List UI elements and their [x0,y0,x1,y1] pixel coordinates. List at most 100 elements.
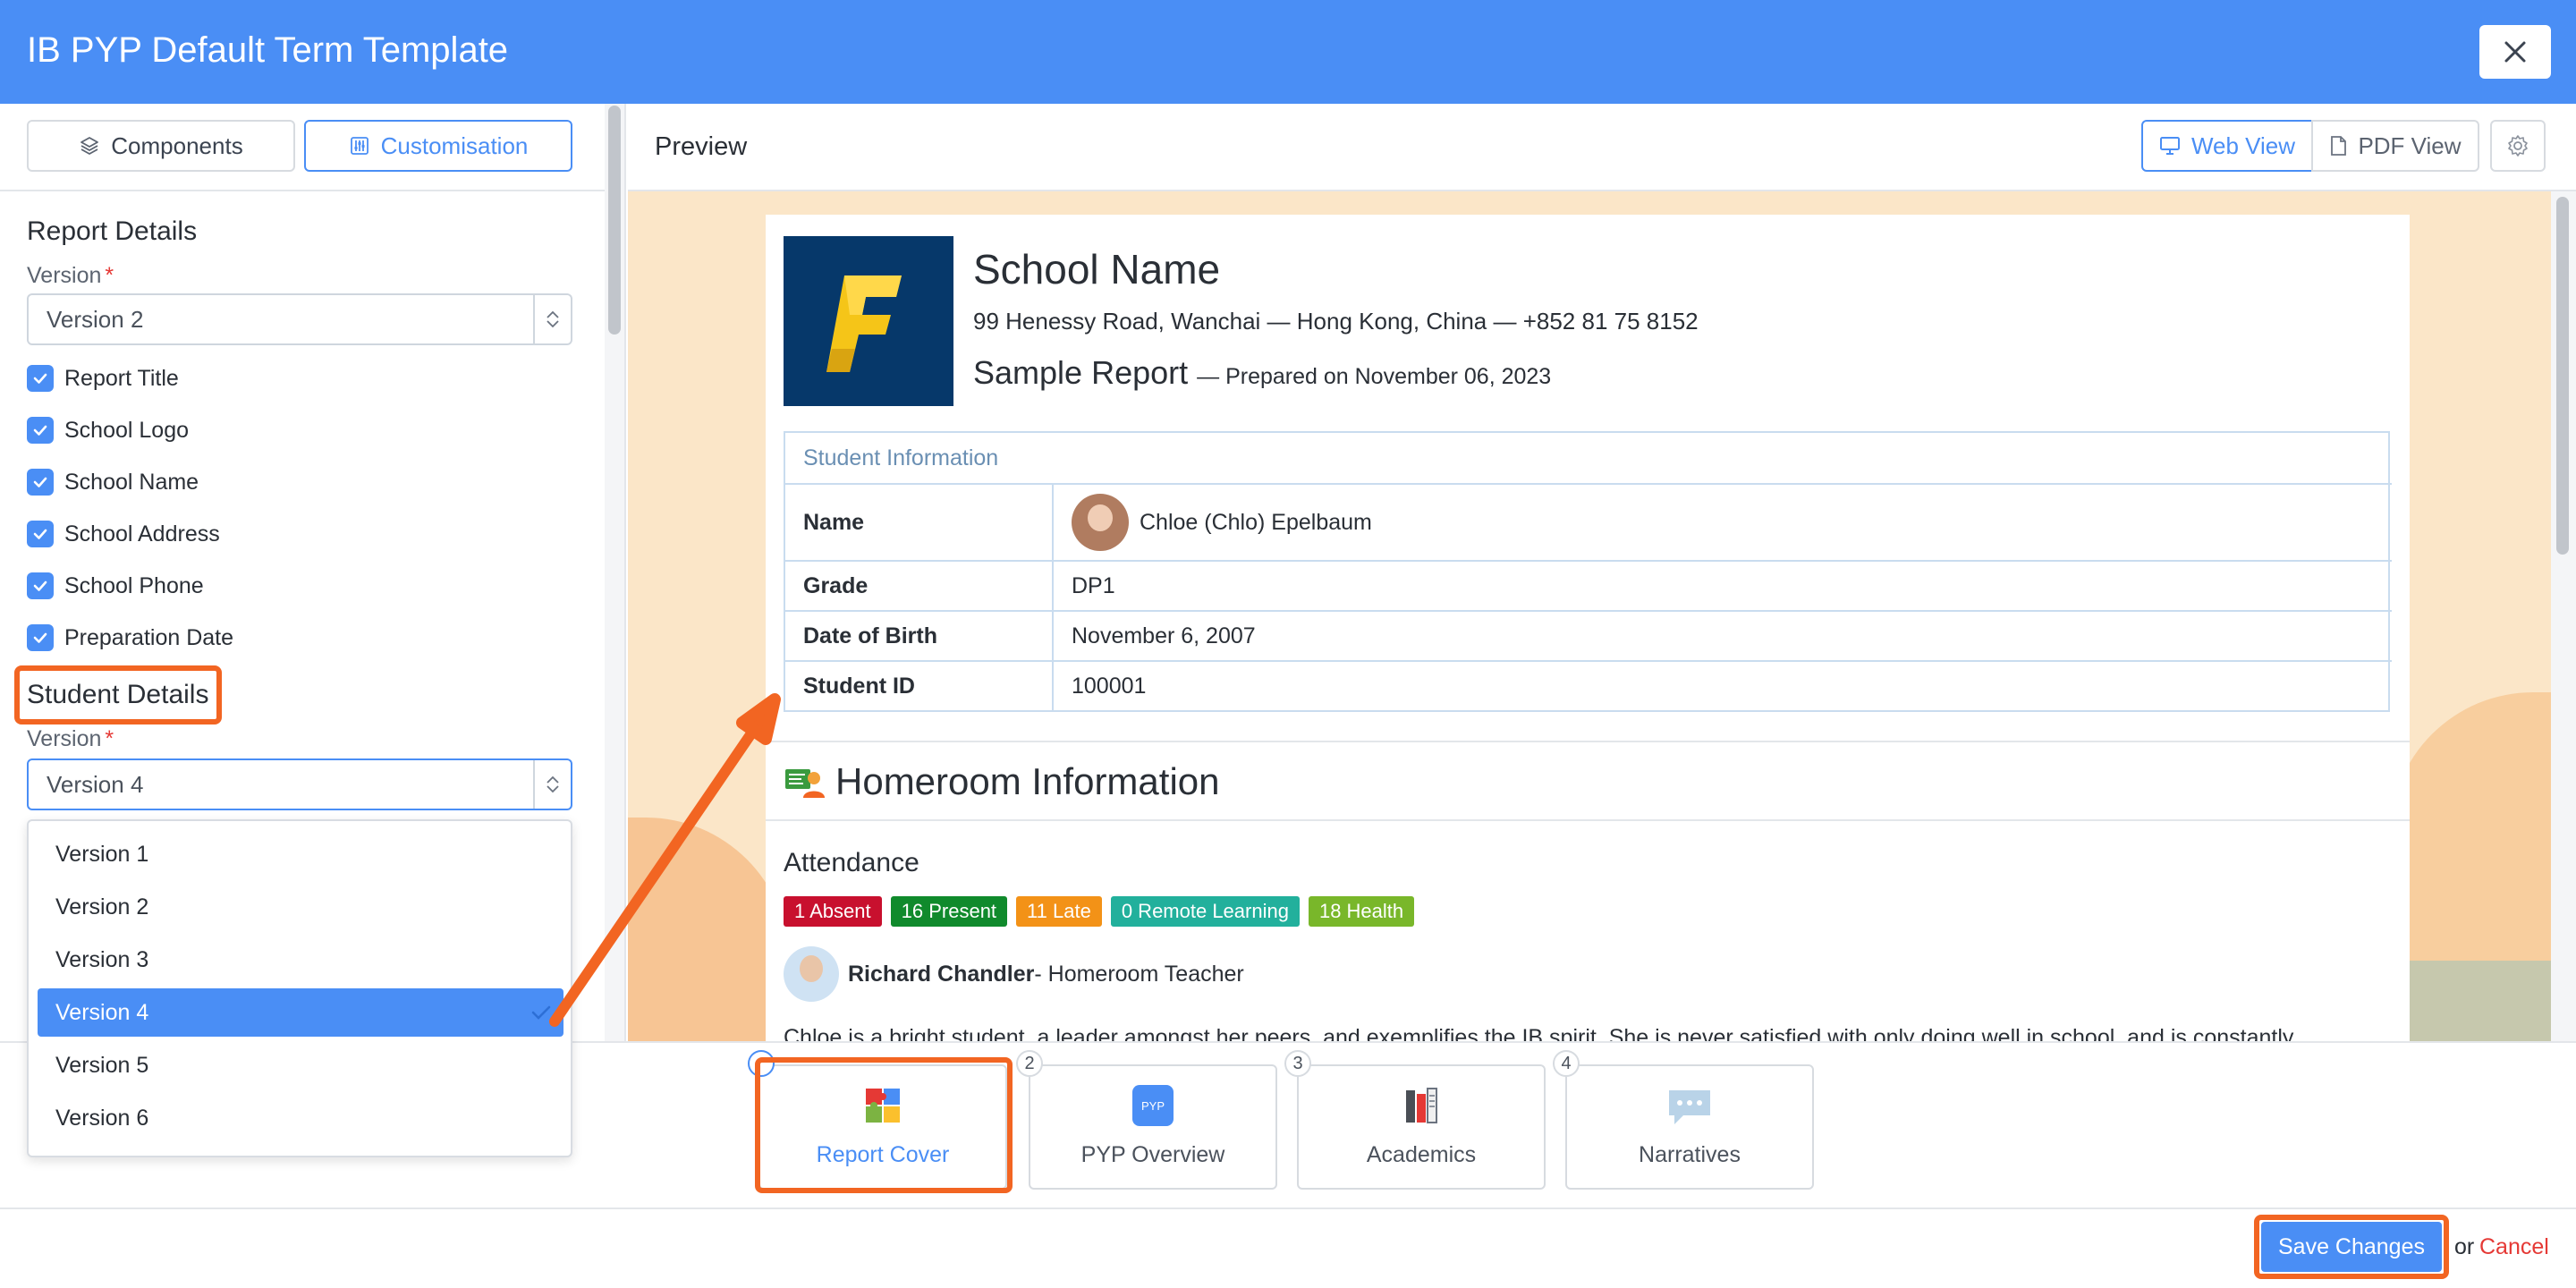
badge-late: 11 Late [1016,896,1102,927]
badge-absent: 1 Absent [784,896,882,927]
homeroom-teacher-icon [785,769,825,798]
left-tab-row: Components Customisation [0,104,605,191]
chevron-up-icon [547,775,559,784]
checkmark-icon [531,1005,551,1020]
report-version-select[interactable]: Version 2 [27,293,572,345]
teacher-role: - Homeroom Teacher [1034,961,1244,987]
dropdown-option[interactable]: Version 6 [38,1094,564,1142]
report-title: Sample Report — Prepared on November 06,… [973,354,1551,392]
student-avatar [1072,494,1129,551]
prepared-date: — Prepared on November 06, 2023 [1197,364,1552,389]
select-stepper[interactable] [533,760,571,809]
checkbox-label: Report Title [64,365,179,391]
homeroom-heading-text: Homeroom Information [835,760,1220,802]
row-key: Grade [785,562,1054,610]
preview-header: Preview Web View PDF View [628,104,2576,191]
web-view-label: Web View [2190,131,2296,159]
checkbox-school-logo[interactable]: School Logo [27,417,189,444]
preview-scrollbar[interactable] [2551,191,2576,1041]
required-mark: * [105,263,114,288]
step-pyp-overview[interactable]: PYP PYP Overview [1029,1064,1277,1190]
decorative-wave [628,818,789,1041]
checkbox-school-phone[interactable]: School Phone [27,572,204,599]
row-value: November 6, 2007 [1072,623,1256,648]
preview-title: Preview [655,132,748,161]
step-label: Narratives [1639,1142,1741,1167]
step-academics[interactable]: Academics [1297,1064,1546,1190]
checkbox-label: School Name [64,469,199,495]
chevron-up-icon [547,310,559,318]
dropdown-option-selected[interactable]: Version 4 [38,988,564,1037]
step-narratives[interactable]: Narratives [1565,1064,1814,1190]
table-row: Date of Birth November 6, 2007 [785,610,2392,660]
cancel-link[interactable]: Cancel [2479,1234,2549,1260]
close-button[interactable] [2479,25,2551,79]
table-row: Name Chloe (Chlo) Epelbaum [785,483,2392,560]
scroll-thumb[interactable] [2556,197,2569,555]
or-text: or [2454,1234,2475,1259]
step-number: 3 [1284,1050,1311,1077]
books-icon [1406,1088,1437,1123]
web-view-button[interactable]: Web View [2141,120,2313,172]
report-version-label: Version * [27,263,114,289]
select-stepper[interactable] [533,295,571,343]
settings-button[interactable] [2490,120,2546,172]
dropdown-option[interactable]: Version 1 [38,830,564,878]
attendance-heading: Attendance [784,848,919,877]
tab-components[interactable]: Components [27,120,295,172]
highlight-save-button [2254,1215,2449,1279]
pyp-icon-text: PYP [1141,1099,1165,1113]
dropdown-option[interactable]: Version 3 [38,936,564,984]
checkbox-report-title[interactable]: Report Title [27,365,179,392]
student-info-table: Student Information Name Chloe (Chlo) Ep… [784,431,2392,712]
student-version-select[interactable]: Version 4 [27,758,572,810]
table-row: Student ID 100001 [785,660,2392,710]
tab-customisation[interactable]: Customisation [304,120,572,172]
window-title: IB PYP Default Term Template [27,30,509,70]
pyp-icon: PYP [1132,1085,1174,1126]
checkbox-checked-icon[interactable] [27,521,54,547]
row-key: Name [785,485,1054,560]
checkbox-school-name[interactable]: School Name [27,469,199,496]
checkbox-label: School Logo [64,417,190,443]
row-key: Student ID [785,662,1054,710]
checkbox-checked-icon[interactable] [27,624,54,651]
highlight-report-cover [755,1057,1013,1193]
close-icon [2504,41,2526,63]
dropdown-option[interactable]: Version 5 [38,1041,564,1089]
student-info-heading: Student Information [803,445,999,470]
school-logo-f-icon [826,275,902,372]
checkbox-label: School Address [64,521,220,547]
report-details-heading: Report Details [27,216,198,246]
student-name: Chloe (Chlo) Epelbaum [1140,509,1372,535]
tab-components-label: Components [111,131,243,159]
teacher-name: Richard Chandler [848,961,1035,987]
teacher-line: Richard Chandler - Homeroom Teacher [784,946,1244,1002]
checkbox-preparation-date[interactable]: Preparation Date [27,624,233,651]
step-number: 2 [1016,1050,1043,1077]
scroll-thumb[interactable] [608,106,621,335]
tab-customisation-label: Customisation [380,131,529,159]
pdf-file-icon [2331,136,2347,156]
row-value: DP1 [1072,572,1115,598]
layers-icon [80,137,99,155]
school-address: 99 Henessy Road, Wanchai — Hong Kong, Ch… [973,308,1699,335]
checkbox-checked-icon[interactable] [27,365,54,392]
badge-remote-learning: 0 Remote Learning [1110,896,1300,927]
chevron-down-icon [547,320,559,328]
left-scrollbar[interactable] [605,104,624,1041]
footer-bar: Save Changes or Cancel [0,1208,2576,1288]
checkbox-checked-icon[interactable] [27,417,54,444]
badge-health: 18 Health [1308,896,1415,927]
checkbox-school-address[interactable]: School Address [27,521,220,547]
row-key: Date of Birth [785,612,1054,660]
pdf-view-button[interactable]: PDF View [2311,120,2479,172]
checkbox-checked-icon[interactable] [27,572,54,599]
dropdown-option[interactable]: Version 2 [38,883,564,931]
badge-present: 16 Present [890,896,1008,927]
teacher-avatar [784,946,839,1002]
checkbox-checked-icon[interactable] [27,469,54,496]
row-value: 100001 [1072,673,1147,699]
report-version-value: Version 2 [47,305,144,333]
sliders-icon [350,137,369,155]
